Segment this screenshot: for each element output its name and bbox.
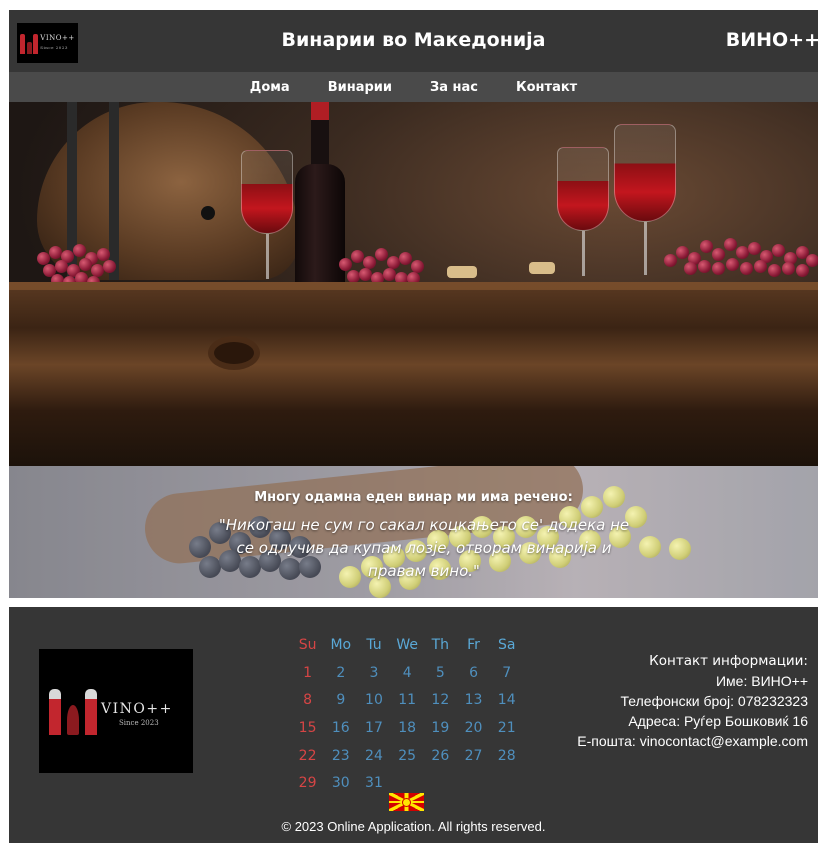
hero-image <box>9 102 818 466</box>
weekday-label: Sa <box>497 636 516 653</box>
calendar-day[interactable]: 1 <box>291 665 324 681</box>
contact-email: Е-пошта: vinocontact@example.com <box>577 733 808 749</box>
contact-title: Контакт информации: <box>649 653 808 669</box>
calendar-day[interactable]: 19 <box>424 720 457 736</box>
calendar-weekday-header: Su Mo Tu We Th Fr Sa <box>291 631 531 659</box>
quote-text: "Никогаш не сум го сакал коцкањето се' д… <box>218 516 630 580</box>
weekday-label: We <box>396 636 418 653</box>
footer: VINO++ Since 2023 Su Mo Tu We Th Fr Sa 1… <box>9 607 818 843</box>
nav-item-wineries[interactable]: Винарии <box>328 80 392 95</box>
cork-image <box>529 262 555 274</box>
calendar-week: 1 2 3 4 5 6 7 <box>291 659 531 687</box>
calendar-week: 15 16 17 18 19 20 21 <box>291 714 531 742</box>
calendar-week: 22 23 24 25 26 27 28 <box>291 742 531 770</box>
wine-glass-image <box>241 150 293 290</box>
quote-intro: Многу одамна еден винар ми има речено: <box>254 490 573 505</box>
calendar-day[interactable]: 20 <box>457 720 490 736</box>
weekday-label: Th <box>431 636 450 653</box>
contact-address: Адреса: Руѓер Бошковиќ 16 <box>628 713 808 729</box>
nav-item-about[interactable]: За нас <box>430 80 478 95</box>
contact-info: Контакт информации: Име: ВИНО++ Телефонс… <box>577 651 808 751</box>
nav-item-contact[interactable]: Контакт <box>516 80 577 95</box>
calendar-day[interactable]: 27 <box>457 748 490 764</box>
calendar-day[interactable]: 30 <box>324 775 357 791</box>
calendar-day[interactable]: 16 <box>324 720 357 736</box>
calendar-day[interactable]: 18 <box>391 720 424 736</box>
calendar-week: 8 9 10 11 12 13 14 <box>291 686 531 714</box>
calendar-day[interactable]: 5 <box>424 665 457 681</box>
logo-mark-icon <box>49 687 97 735</box>
nav-item-home[interactable]: Дома <box>250 80 290 95</box>
calendar-day[interactable]: 25 <box>391 748 424 764</box>
wine-bottle-image <box>295 102 345 292</box>
calendar-day[interactable]: 2 <box>324 665 357 681</box>
north-macedonia-flag-icon[interactable] <box>389 793 424 811</box>
calendar-day[interactable]: 7 <box>490 665 523 681</box>
page: VINO++ Since 2023 Винарии во Македонија … <box>9 10 820 843</box>
calendar-day[interactable]: 26 <box>424 748 457 764</box>
cork-image <box>447 266 477 278</box>
brand-name: ВИНО++ <box>725 29 820 51</box>
wine-glass-image <box>557 147 609 287</box>
header-bar: VINO++ Since 2023 Винарии во Македонија … <box>9 10 820 72</box>
contact-phone: Телефонски број: 078232323 <box>620 693 808 709</box>
footer-logo-text: VINO++ <box>101 701 173 717</box>
footer-logo[interactable]: VINO++ Since 2023 <box>39 649 193 773</box>
calendar-day[interactable]: 14 <box>490 692 523 708</box>
calendar-day[interactable]: 21 <box>490 720 523 736</box>
calendar-day[interactable]: 15 <box>291 720 324 736</box>
main-nav: Дома Винарии За нас Контакт <box>9 72 818 102</box>
calendar-day[interactable]: 4 <box>391 665 424 681</box>
weekday-label: Mo <box>330 636 352 653</box>
page-title: Винарии во Македонија <box>281 29 546 51</box>
calendar-day[interactable]: 17 <box>357 720 390 736</box>
footer-logo-since: Since 2023 <box>119 719 159 727</box>
calendar-day[interactable]: 3 <box>357 665 390 681</box>
weekday-label: Fr <box>467 636 480 653</box>
calendar-day[interactable]: 9 <box>324 692 357 708</box>
calendar-day[interactable]: 11 <box>391 692 424 708</box>
copyright-text: © 2023 Online Application. All rights re… <box>281 819 546 834</box>
calendar-day[interactable]: 12 <box>424 692 457 708</box>
calendar-day[interactable]: 31 <box>357 775 390 791</box>
calendar-day[interactable]: 10 <box>357 692 390 708</box>
calendar-day[interactable]: 13 <box>457 692 490 708</box>
calendar-day[interactable]: 28 <box>490 748 523 764</box>
grapes-image <box>664 230 818 290</box>
calendar-day[interactable]: 24 <box>357 748 390 764</box>
contact-name: Име: ВИНО++ <box>715 673 808 689</box>
calendar-day[interactable]: 6 <box>457 665 490 681</box>
calendar-day[interactable]: 23 <box>324 748 357 764</box>
weekday-label: Su <box>298 636 317 653</box>
calendar-day[interactable]: 8 <box>291 692 324 708</box>
calendar-day[interactable]: 22 <box>291 748 324 764</box>
calendar: Su Mo Tu We Th Fr Sa 1 2 3 4 5 6 7 8 9 1… <box>291 631 531 797</box>
weekday-label: Tu <box>366 636 382 653</box>
quote-section: Многу одамна еден винар ми има речено: "… <box>9 466 818 598</box>
calendar-day[interactable]: 29 <box>291 775 324 791</box>
wooden-table-image <box>9 282 818 466</box>
